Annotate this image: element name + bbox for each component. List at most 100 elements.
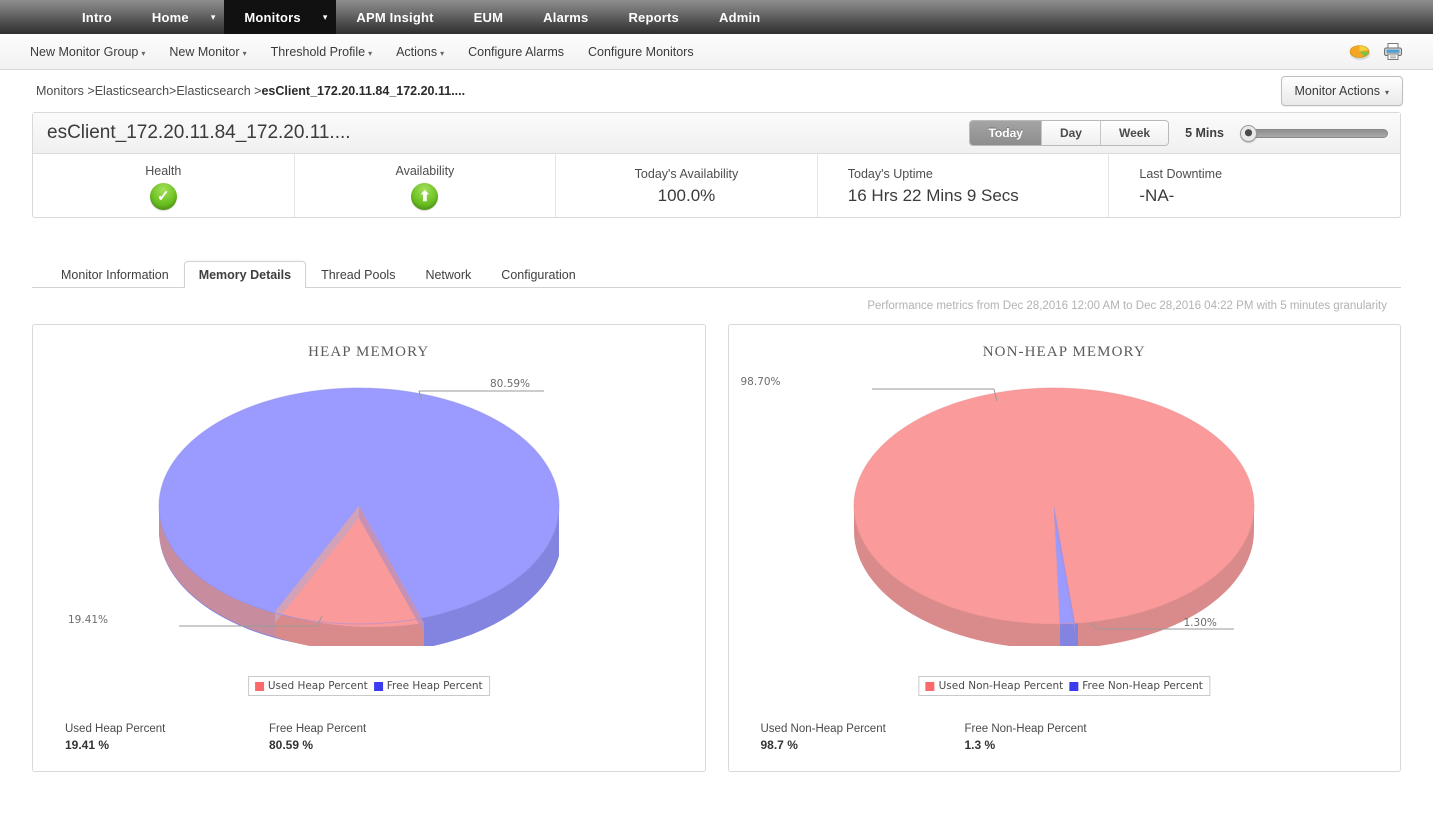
subnav-label: Threshold Profile: [270, 44, 366, 59]
subnav-item-new-monitor-group[interactable]: New Monitor Group ▾: [30, 45, 145, 59]
tab-configuration[interactable]: Configuration: [486, 261, 590, 288]
subnav-item-configure-alarms[interactable]: Configure Alarms: [468, 45, 564, 59]
slider-handle[interactable]: [1240, 125, 1257, 142]
legend-label: Used Heap Percent: [267, 680, 368, 692]
chevron-down-icon[interactable]: ▾: [209, 0, 225, 34]
tab-monitor-information[interactable]: Monitor Information: [46, 261, 184, 288]
chevron-down-icon: ▾: [368, 48, 373, 58]
period-selector[interactable]: Today Day Week: [969, 120, 1170, 146]
nav-item-apm-insight[interactable]: APM Insight: [336, 0, 453, 34]
slider-track: [1240, 128, 1388, 138]
tab-network[interactable]: Network: [410, 261, 486, 288]
legend-label: Free Heap Percent: [386, 680, 483, 692]
nav-item-home[interactable]: Home: [132, 0, 209, 34]
legend-swatch-free: [1069, 681, 1079, 691]
summary-header: esClient_172.20.11.84_172.20.11.... Toda…: [33, 113, 1400, 154]
breadcrumb-row: Monitors >Elasticsearch>Elasticsearch >e…: [0, 70, 1433, 112]
non-heap-free-callout: 1.30%: [1183, 617, 1217, 629]
breadcrumb: Monitors >Elasticsearch>Elasticsearch >e…: [36, 84, 465, 98]
detail-tabs: Monitor Information Memory Details Threa…: [32, 260, 1401, 288]
nav-group-alarms[interactable]: Alarms: [523, 0, 608, 34]
stat-label: Today's Uptime: [847, 167, 933, 181]
heap-memory-pie-area: 80.59% 19.41%: [33, 361, 705, 661]
legend-swatch-used: [925, 681, 935, 691]
nav-item-alarms[interactable]: Alarms: [523, 0, 608, 34]
non-heap-memory-pie-chart[interactable]: [784, 361, 1344, 646]
chevron-down-icon: ▾: [1384, 88, 1389, 97]
breadcrumb-path[interactable]: Monitors >Elasticsearch>Elasticsearch >: [36, 84, 261, 98]
summary-label: Free Non-Heap Percent: [964, 723, 1087, 735]
pie-chart-icon[interactable]: [1349, 43, 1371, 61]
chevron-down-icon: ▾: [141, 48, 146, 58]
nav-group-reports[interactable]: Reports: [608, 0, 699, 34]
tab-memory-details[interactable]: Memory Details: [183, 261, 307, 288]
page-title: esClient_172.20.11.84_172.20.11....: [47, 122, 351, 143]
granularity-slider[interactable]: [1240, 125, 1388, 142]
monitor-actions-button[interactable]: Monitor Actions ▾: [1280, 76, 1403, 106]
heap-free-summary: Free Heap Percent 80.59 %: [269, 723, 473, 771]
legend-entry-used-heap: Used Heap Percent: [254, 680, 368, 692]
toolbar-icon-group: [1349, 34, 1403, 69]
stat-last-downtime: Last Downtime -NA-: [1109, 154, 1400, 217]
nav-item-reports[interactable]: Reports: [608, 0, 699, 34]
heap-memory-card: HEAP MEMORY 80.59% 19.41% Used Heap Perc…: [32, 324, 706, 772]
non-heap-memory-summary: Used Non-Heap Percent 98.7 % Free Non-He…: [729, 715, 1401, 771]
chevron-down-icon[interactable]: ▾: [320, 0, 337, 34]
nav-item-intro[interactable]: Intro: [62, 0, 132, 34]
breadcrumb-current: esClient_172.20.11.84_172.20.11....: [261, 84, 466, 98]
nav-item-eum[interactable]: EUM: [454, 0, 524, 34]
subnav-item-threshold-profile[interactable]: Threshold Profile ▾: [271, 45, 373, 59]
stat-label: Availability: [395, 163, 455, 178]
subnav-item-new-monitor[interactable]: New Monitor ▾: [169, 45, 246, 59]
stat-value: 16 Hrs 22 Mins 9 Secs: [847, 186, 1019, 205]
legend-label: Used Non-Heap Percent: [938, 680, 1064, 692]
stat-value: -NA-: [1139, 186, 1175, 205]
metrics-time-range-note: Performance metrics from Dec 28,2016 12:…: [867, 300, 1387, 312]
summary-stats-row: Health ✓ Availability ⬆ Today's Availabi…: [33, 154, 1400, 217]
nav-group-admin[interactable]: Admin: [699, 0, 780, 34]
non-heap-memory-card: NON-HEAP MEMORY 98.70% 1.30% Used Non-He…: [727, 324, 1401, 772]
availability-up-icon: ⬆: [411, 182, 439, 210]
subnav-label: Actions: [396, 44, 438, 59]
non-heap-memory-legend: Used Non-Heap Percent Free Non-Heap Perc…: [918, 676, 1210, 696]
summary-value: 98.7 %: [760, 738, 798, 752]
period-option-week[interactable]: Week: [1100, 121, 1169, 145]
stat-label: Last Downtime: [1139, 167, 1223, 181]
subnav-label: New Monitor: [169, 44, 240, 59]
summary-label: Free Heap Percent: [269, 723, 367, 735]
summary-value: 80.59 %: [269, 738, 314, 752]
nav-group-eum[interactable]: EUM: [454, 0, 524, 34]
printer-icon[interactable]: [1383, 42, 1403, 61]
non-heap-free-summary: Free Non-Heap Percent 1.3 %: [965, 723, 1169, 771]
heap-used-callout: 19.41%: [68, 614, 109, 626]
nav-group-monitors[interactable]: Monitors ▾: [224, 0, 337, 34]
summary-value: 1.3 %: [964, 738, 996, 752]
legend-entry-free-heap: Free Heap Percent: [373, 680, 483, 692]
granularity-label: 5 Mins: [1185, 126, 1224, 140]
subnav-item-actions[interactable]: Actions ▾: [396, 45, 444, 59]
stat-label: Today's Availability: [634, 167, 739, 181]
stat-todays-uptime: Today's Uptime 16 Hrs 22 Mins 9 Secs: [818, 154, 1110, 217]
secondary-toolbar: New Monitor Group ▾ New Monitor ▾ Threshol…: [0, 34, 1433, 70]
chevron-down-icon: ▾: [440, 48, 445, 58]
health-check-icon: ✓: [149, 182, 177, 210]
period-option-day[interactable]: Day: [1041, 121, 1101, 145]
legend-entry-free-non-heap: Free Non-Heap Percent: [1069, 680, 1203, 692]
stat-value: 100.0%: [657, 186, 716, 205]
summary-label: Used Non-Heap Percent: [760, 723, 886, 735]
stat-health: Health ✓: [33, 154, 295, 217]
heap-memory-summary: Used Heap Percent 19.41 % Free Heap Perc…: [33, 715, 705, 771]
tab-thread-pools[interactable]: Thread Pools: [306, 261, 410, 288]
nav-group-intro[interactable]: Intro: [62, 0, 132, 34]
legend-entry-used-non-heap: Used Non-Heap Percent: [925, 680, 1064, 692]
nav-group-apm-insight[interactable]: APM Insight: [336, 0, 453, 34]
nav-group-home[interactable]: Home ▾: [132, 0, 224, 34]
subnav-item-configure-monitors[interactable]: Configure Monitors: [588, 45, 694, 59]
heap-memory-title: HEAP MEMORY: [308, 344, 430, 360]
period-option-today[interactable]: Today: [970, 121, 1042, 145]
monitor-actions-label: Monitor Actions: [1294, 84, 1380, 98]
nav-item-admin[interactable]: Admin: [699, 0, 780, 34]
heap-memory-pie-chart[interactable]: [89, 361, 649, 646]
nav-item-monitors[interactable]: Monitors: [224, 0, 321, 34]
summary-label: Used Heap Percent: [65, 723, 166, 735]
